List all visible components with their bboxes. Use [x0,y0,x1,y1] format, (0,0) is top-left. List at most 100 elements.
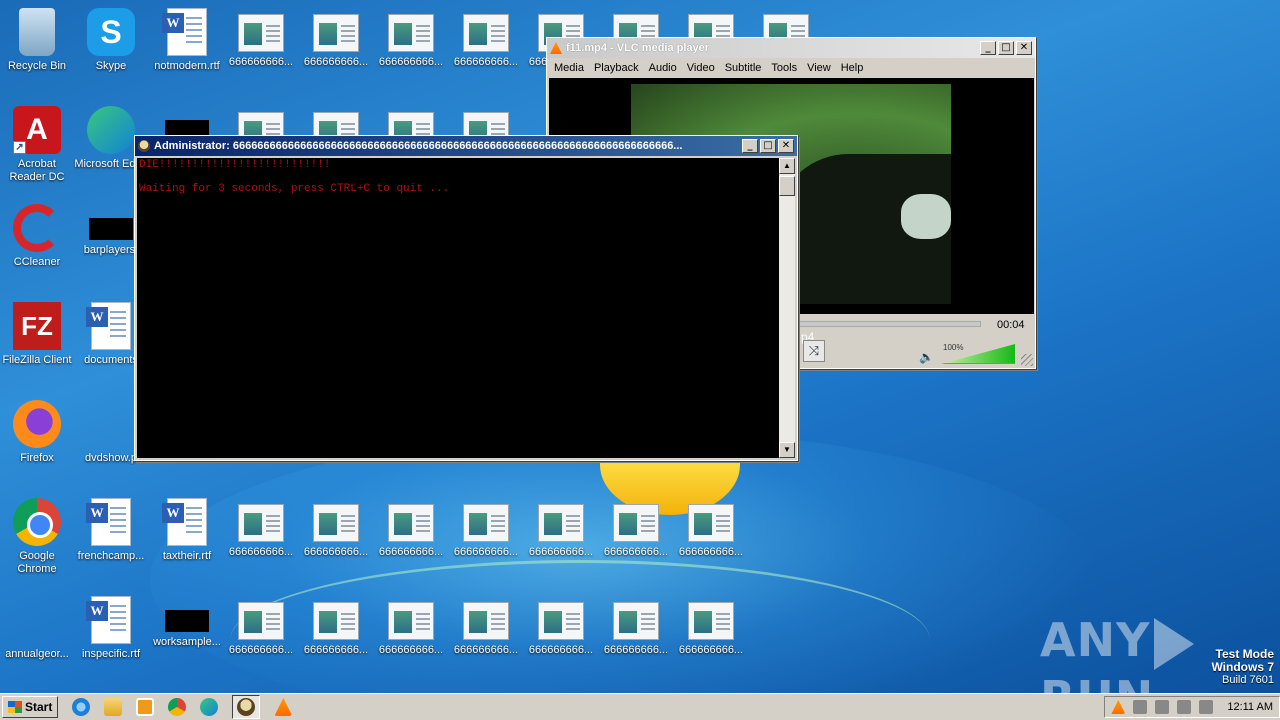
desktop-icon-666[interactable]: 666666666... [599,596,673,676]
desktop-icon-666[interactable]: 666666666... [674,596,748,676]
vertical-scrollbar[interactable]: ▲ ▼ [779,158,795,458]
generic-file-icon [313,14,359,52]
desktop-icon-666[interactable]: 666666666... [524,596,598,676]
vlc-titlebar[interactable]: f11.mp4 - VLC media player _ □ ✕ [547,38,1035,58]
icon-label: notmodern.rtf [154,60,220,72]
taskbar-console-button[interactable] [232,695,261,719]
menu-help[interactable]: Help [836,62,869,74]
generic-file-icon [313,504,359,542]
desktop-icon-666[interactable]: 666666666... [449,596,523,676]
vlc-tray-icon[interactable] [1111,700,1126,714]
desktop-icon-ccleaner[interactable]: CCleaner [0,204,74,284]
icon-label: 666666666... [453,546,519,558]
acrobat-icon: A ↗ [13,106,61,154]
desktop-icon-666[interactable]: 666666666... [224,8,298,88]
taskbar: Start 12:11 AM [0,693,1280,720]
icon-label: Google Chrome [17,550,57,575]
desktop-icon-666[interactable]: 666666666... [524,498,598,578]
desktop-icon-notmodern[interactable]: W notmodern.rtf [150,8,224,88]
menu-video[interactable]: Video [682,62,720,74]
random-button[interactable]: ⤨ [803,340,825,362]
desktop-icon-chrome[interactable]: Google Chrome [0,498,74,578]
menu-view[interactable]: View [802,62,836,74]
desktop-icon-frenchcamp[interactable]: W frenchcamp... [74,498,148,578]
internet-explorer-icon[interactable] [72,698,91,716]
desktop-icon-666[interactable]: 666666666... [224,498,298,578]
desktop-icon-recycle-bin[interactable]: Recycle Bin [0,8,74,88]
menu-subtitle[interactable]: Subtitle [720,62,767,74]
desktop-icon-666[interactable]: 666666666... [299,8,373,88]
battery-icon[interactable] [1177,700,1192,714]
scroll-up-button[interactable]: ▲ [779,158,795,174]
desktop-icon-666[interactable]: 666666666... [449,8,523,88]
console-window[interactable]: Administrator: 6666666666666666666666666… [134,135,798,461]
icon-label: annualgeor... [5,648,69,660]
desktop-icon-666[interactable]: 666666666... [224,596,298,676]
speaker-icon[interactable] [1133,700,1148,714]
menu-audio[interactable]: Audio [644,62,682,74]
icon-label: 666666666... [228,644,294,656]
icon-label: Acrobat Reader DC [9,158,65,183]
desktop-icon-inspecific[interactable]: W inspecific.rtf [74,596,148,676]
folder-icon[interactable] [104,698,123,716]
desktop-icon-666[interactable]: 666666666... [599,498,673,578]
os-name-line: Windows 7 [1211,660,1274,674]
start-button[interactable]: Start [2,696,59,718]
minimize-button[interactable]: _ [980,41,996,55]
close-button[interactable]: ✕ [778,139,794,153]
icon-label: CCleaner [13,256,61,268]
desktop-icon-666[interactable]: 666666666... [449,498,523,578]
desktop-icon-firefox[interactable]: Firefox [0,400,74,480]
console-titlebar[interactable]: Administrator: 6666666666666666666666666… [135,136,797,156]
windows-flag-icon [8,701,22,713]
desktop-icon-filezilla[interactable]: FZ FileZilla Client [0,302,74,382]
generic-file-icon [388,602,434,640]
menu-media[interactable]: Media [549,62,589,74]
icon-label: 666666666... [228,56,294,68]
desktop-icon-666[interactable]: 666666666... [674,498,748,578]
clock[interactable]: 12:11 AM [1227,701,1273,713]
filezilla-icon: FZ [13,302,61,350]
menu-tools[interactable]: Tools [766,62,802,74]
seek-bar[interactable] [797,321,981,327]
scroll-thumb[interactable] [779,176,795,196]
desktop-icon-taxtheir[interactable]: W taxtheir.rtf [150,498,224,578]
resize-grip[interactable] [1021,354,1033,366]
icon-label: Recycle Bin [7,60,67,72]
menu-playback[interactable]: Playback [589,62,644,74]
desktop-icon-annualgeor[interactable]: annualgeor... [0,596,74,676]
speaker-icon[interactable]: 🔈 [919,350,934,364]
word-document-icon: W [86,596,131,644]
generic-file-icon [238,504,284,542]
icon-label: 666666666... [228,546,294,558]
firefox-icon [13,400,61,448]
chrome-icon[interactable] [168,698,187,716]
network-icon[interactable] [1155,700,1170,714]
close-button[interactable]: ✕ [1016,41,1032,55]
maximize-button[interactable]: □ [998,41,1014,55]
minimize-button[interactable]: _ [742,139,758,153]
word-document-icon: W [162,498,207,546]
desktop-icon-666[interactable]: 666666666... [374,8,448,88]
system-tray: 12:11 AM [1104,696,1280,718]
maximize-button[interactable]: □ [760,139,776,153]
edge-icon[interactable] [200,698,219,716]
console-title: Administrator: 6666666666666666666666666… [154,140,683,152]
skull-icon [237,698,256,716]
desktop-icon-666[interactable]: 666666666... [374,498,448,578]
desktop-icon-acrobat[interactable]: A ↗ Acrobat Reader DC [0,106,74,186]
flag-icon[interactable] [1199,700,1214,714]
desktop-icon-666[interactable]: 666666666... [299,498,373,578]
vlc-icon[interactable] [274,698,293,716]
desktop-icon-666[interactable]: 666666666... [374,596,448,676]
icon-label: 666666666... [453,56,519,68]
watermark-left: ANY [1040,613,1151,667]
generic-file-icon [688,504,734,542]
desktop-icon-skype[interactable]: S Skype [74,8,148,88]
scroll-down-button[interactable]: ▼ [779,442,795,458]
media-player-icon[interactable] [136,698,155,716]
desktop-icon-worksample[interactable]: worksample... [150,596,224,676]
recycle-bin-icon [19,8,55,56]
desktop-icon-666[interactable]: 666666666... [299,596,373,676]
console-output[interactable]: DIE!!!!!!!!!!!!!!!!!!!!!!!!!! Waiting fo… [137,158,779,458]
